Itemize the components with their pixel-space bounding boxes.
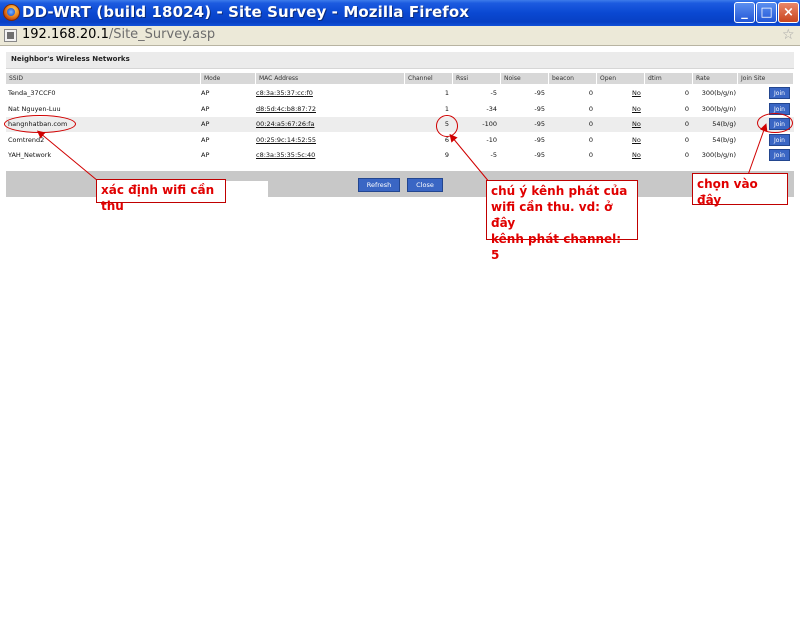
- annotation-text-line: kênh phát channel: 5: [491, 232, 622, 262]
- cell-open-link[interactable]: No: [632, 102, 641, 117]
- annotation-click-here: chọn vào đây: [692, 173, 788, 207]
- cell-ssid: YAH_Network: [8, 151, 52, 159]
- cell-open-link[interactable]: No: [632, 148, 641, 163]
- col-noise: Noise: [501, 73, 549, 84]
- col-dtim: dtim: [645, 73, 693, 84]
- cell-mac-link[interactable]: d8:5d:4c:b8:87:72: [256, 102, 316, 117]
- cell-rate: 300(b/g/n): [701, 151, 736, 159]
- cell-beacon: 0: [588, 151, 593, 159]
- annotation-text: chọn vào đây: [697, 177, 758, 207]
- refresh-button[interactable]: Refresh: [358, 178, 400, 192]
- table-row: YAH_Network AP c8:3a:35:35:5c:40 9 -5 -9…: [6, 148, 794, 163]
- cell-dtim: 0: [684, 105, 689, 113]
- cell-mac-link[interactable]: 00:25:9c:14:52:55: [256, 133, 316, 148]
- cell-rssi: -5: [490, 151, 497, 159]
- col-ssid: SSID: [6, 73, 201, 84]
- cell-mac-link[interactable]: 00:24:a5:67:26:fa: [256, 117, 314, 132]
- annotation-text-line: wifi cần thu. vd: ở đây: [491, 200, 613, 230]
- col-beacon: beacon: [549, 73, 597, 84]
- section-header: Neighbor's Wireless Networks: [6, 52, 794, 69]
- cell-open-link[interactable]: No: [632, 117, 641, 132]
- annotation-identify-wifi: xác định wifi cần thu: [96, 179, 226, 213]
- cell-mac-link[interactable]: c8:3a:35:35:5c:40: [256, 148, 315, 163]
- cell-rate: 300(b/g/n): [701, 105, 736, 113]
- cell-dtim: 0: [684, 120, 689, 128]
- annotation-text: xác định wifi cần thu: [101, 183, 215, 213]
- join-highlight-ellipse: [757, 113, 793, 133]
- close-window-button[interactable]: ×: [778, 2, 799, 23]
- cell-noise: -95: [534, 151, 545, 159]
- col-channel: Channel: [405, 73, 453, 84]
- join-button[interactable]: Join: [769, 149, 790, 161]
- cell-rssi: -10: [486, 136, 497, 144]
- cell-rssi: -5: [490, 89, 497, 97]
- cell-mode: AP: [201, 105, 210, 113]
- url-text[interactable]: 192.168.20.1/Site_Survey.asp: [22, 27, 215, 42]
- url-path: /Site_Survey.asp: [108, 27, 216, 42]
- join-button[interactable]: Join: [769, 134, 790, 146]
- col-mac: MAC Address: [256, 73, 405, 84]
- col-open: Open: [597, 73, 645, 84]
- cell-beacon: 0: [588, 120, 593, 128]
- cell-dtim: 0: [684, 89, 689, 97]
- minimize-button[interactable]: _: [734, 2, 755, 23]
- bookmark-star-icon[interactable]: ☆: [782, 27, 795, 43]
- table-row: Tenda_37CCF0 AP c8:3a:35:37:cc:f0 1 -5 -…: [6, 86, 794, 101]
- annotation-channel-note: chú ý kênh phát của wifi cần thu. vd: ở …: [486, 180, 638, 262]
- join-button[interactable]: Join: [769, 87, 790, 99]
- cell-mode: AP: [201, 151, 210, 159]
- cell-mode: AP: [201, 120, 210, 128]
- maximize-button[interactable]: □: [756, 2, 777, 23]
- cell-rate: 54(b/g): [712, 136, 736, 144]
- channel-highlight-ellipse: [436, 115, 458, 137]
- window-titlebar: DD-WRT (build 18024) - Site Survey - Moz…: [0, 0, 800, 26]
- url-host: 192.168.20.1: [22, 27, 109, 42]
- cell-mac-link[interactable]: c8:3a:35:37:cc:f0: [256, 86, 313, 101]
- firefox-icon: [3, 4, 20, 21]
- cell-noise: -95: [534, 105, 545, 113]
- cell-channel: 1: [444, 89, 449, 97]
- annotation-text-line: chú ý kênh phát của: [491, 184, 628, 198]
- col-rate: Rate: [693, 73, 738, 84]
- window-title: DD-WRT (build 18024) - Site Survey - Moz…: [22, 3, 470, 21]
- address-bar[interactable]: 192.168.20.1/Site_Survey.asp ☆: [0, 26, 800, 46]
- table-row: Nat Nguyen-Luu AP d8:5d:4c:b8:87:72 1 -3…: [6, 102, 794, 117]
- cell-mode: AP: [201, 89, 210, 97]
- cell-noise: -95: [534, 120, 545, 128]
- cell-ssid: Comtrend2: [8, 136, 45, 144]
- close-button[interactable]: Close: [407, 178, 443, 192]
- cell-rssi: -100: [482, 120, 497, 128]
- cell-noise: -95: [534, 136, 545, 144]
- cell-beacon: 0: [588, 89, 593, 97]
- cell-ssid: Tenda_37CCF0: [8, 89, 56, 97]
- col-mode: Mode: [201, 73, 256, 84]
- table-header: SSID Mode MAC Address Channel Rssi Noise…: [6, 73, 794, 84]
- cell-beacon: 0: [588, 105, 593, 113]
- cell-rate: 54(b/g): [712, 120, 736, 128]
- cell-beacon: 0: [588, 136, 593, 144]
- cell-open-link[interactable]: No: [632, 86, 641, 101]
- cell-dtim: 0: [684, 151, 689, 159]
- cell-channel: 9: [444, 151, 449, 159]
- ssid-highlight-ellipse: [4, 115, 76, 133]
- cell-dtim: 0: [684, 136, 689, 144]
- col-join-site: Join Site: [738, 73, 794, 84]
- cell-mode: AP: [201, 136, 210, 144]
- cell-open-link[interactable]: No: [632, 133, 641, 148]
- site-identity-icon[interactable]: [4, 29, 17, 42]
- cell-rate: 300(b/g/n): [701, 89, 736, 97]
- table-row-selected: hangnhatban.com AP 00:24:a5:67:26:fa 5 -…: [6, 117, 794, 132]
- section-title: Neighbor's Wireless Networks: [11, 55, 130, 63]
- cell-noise: -95: [534, 89, 545, 97]
- col-rssi: Rssi: [453, 73, 501, 84]
- cell-rssi: -34: [486, 105, 497, 113]
- table-row: Comtrend2 AP 00:25:9c:14:52:55 6 -10 -95…: [6, 133, 794, 148]
